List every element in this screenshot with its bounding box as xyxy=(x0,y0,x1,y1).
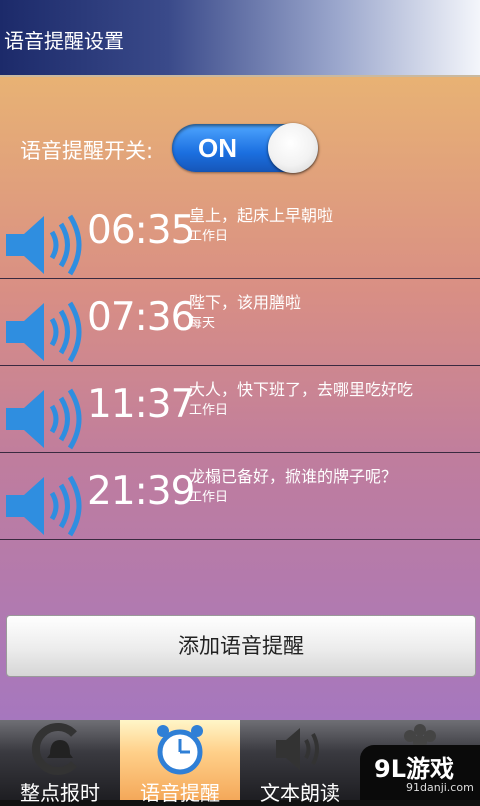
reminder-text: 皇上，起床上早朝啦 xyxy=(189,206,334,225)
page-title: 语音提醒设置 xyxy=(4,29,124,53)
reminder-text: 陛下，该用膳啦 xyxy=(189,293,302,312)
speaker-icon xyxy=(6,388,82,450)
bell-clock-icon xyxy=(31,723,77,775)
voice-reminder-toggle[interactable]: ON xyxy=(172,123,318,173)
watermark-url: 91danji.com xyxy=(406,781,474,794)
speaker-icon xyxy=(276,728,319,770)
add-reminder-button[interactable]: 添加语音提醒 xyxy=(6,615,476,677)
reminder-row[interactable]: 07:36 陛下，该用膳啦 每天 xyxy=(0,279,480,366)
reminder-repeat: 每天 xyxy=(189,316,216,331)
reminder-repeat: 工作日 xyxy=(189,229,229,244)
tab-label: 语音提醒 xyxy=(140,781,220,805)
reminder-time: 21:39 xyxy=(87,469,195,514)
voice-reminder-switch-row: 语音提醒开关: ON xyxy=(20,123,460,174)
reminder-time: 07:36 xyxy=(87,295,195,340)
reminder-time: 11:37 xyxy=(87,382,195,427)
tab-text-reading[interactable]: 文本朗读 xyxy=(240,720,360,805)
reminder-time: 06:35 xyxy=(87,208,195,253)
watermark-logo: 9L游戏 91danji.com xyxy=(360,745,480,800)
reminder-repeat: 工作日 xyxy=(189,403,229,418)
speaker-icon xyxy=(6,214,82,276)
tab-label: 文本朗读 xyxy=(260,781,340,805)
reminder-repeat: 工作日 xyxy=(189,490,229,505)
tab-label: 整点报时 xyxy=(20,781,100,805)
toggle-knob[interactable] xyxy=(268,123,318,173)
reminder-text: 龙榻已备好，掀谁的牌子呢？ xyxy=(189,467,398,486)
reminder-row[interactable]: 21:39 龙榻已备好，掀谁的牌子呢？ 工作日 xyxy=(0,453,480,540)
reminder-row[interactable]: 06:35 皇上，起床上早朝啦 工作日 xyxy=(0,192,480,279)
alarm-clock-icon xyxy=(157,725,203,775)
switch-label: 语音提醒开关: xyxy=(20,139,154,163)
watermark-text: 9L游戏 xyxy=(374,755,454,783)
toggle-state-text: ON xyxy=(198,133,237,163)
speaker-icon xyxy=(6,475,82,537)
speaker-icon xyxy=(6,301,82,363)
reminder-row[interactable]: 11:37 大人，快下班了，去哪里吃好吃 工作日 xyxy=(0,366,480,453)
title-bar: 语音提醒设置 xyxy=(0,0,480,77)
settings-content: 语音提醒开关: ON 06:35 皇上，起床上早朝啦 工作日 07:36 陛下，… xyxy=(0,77,480,720)
tab-hourly-chime[interactable]: 整点报时 xyxy=(0,720,120,805)
reminder-text: 大人，快下班了，去哪里吃好吃 xyxy=(189,380,414,399)
tab-voice-reminder[interactable]: 语音提醒 xyxy=(120,720,240,805)
